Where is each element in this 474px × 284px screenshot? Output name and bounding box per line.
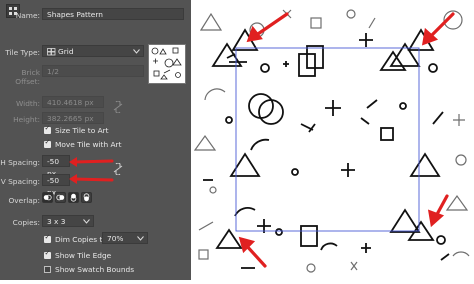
copies-value: 3 x 3 xyxy=(47,217,66,226)
name-field[interactable]: Shapes Pattern xyxy=(42,8,184,20)
overlap-bottom-button[interactable] xyxy=(81,192,92,203)
overlap-icon xyxy=(83,193,90,202)
show-swatch-bounds-label: Show Swatch Bounds xyxy=(55,265,135,274)
width-label: Width: xyxy=(16,99,40,108)
overlap-right-button[interactable] xyxy=(55,192,66,203)
dropdown-chevron-icon xyxy=(133,49,140,54)
overlap-icon xyxy=(56,194,65,201)
show-tile-edge-label: Show Tile Edge xyxy=(55,251,112,260)
width-field: 410.4618 px xyxy=(42,96,104,108)
size-tile-label: Size Tile to Art xyxy=(55,126,109,135)
arrow-annotation-icon xyxy=(69,157,114,184)
tile-type-label: Tile Type: xyxy=(5,48,40,57)
copies-select[interactable]: 3 x 3 xyxy=(42,215,94,227)
h-spacing-label: H Spacing: xyxy=(0,158,40,167)
grid-type-icon xyxy=(47,48,56,56)
overlap-left-button[interactable] xyxy=(42,192,53,203)
link-spacing-icon[interactable] xyxy=(113,163,123,175)
brick-offset-select: 1/2 xyxy=(42,65,144,77)
show-swatch-bounds-checkbox[interactable] xyxy=(44,266,51,273)
dim-copies-value: 70% xyxy=(107,234,124,243)
swatch-preview xyxy=(148,44,186,84)
tile-type-select[interactable]: Grid xyxy=(42,45,144,57)
pattern-canvas[interactable] xyxy=(191,0,474,280)
overlap-top-button[interactable] xyxy=(68,192,79,203)
dropdown-chevron-icon xyxy=(83,219,90,224)
size-tile-checkbox[interactable] xyxy=(44,124,51,134)
pattern-options-panel: Name: Shapes Pattern Tile Type: Grid Bri… xyxy=(0,0,191,280)
overlap-icon xyxy=(43,194,52,201)
dim-copies-checkbox[interactable] xyxy=(44,233,51,243)
dropdown-chevron-icon xyxy=(137,236,144,241)
overlap-icon xyxy=(70,193,77,202)
dim-copies-select[interactable]: 70% xyxy=(102,232,148,244)
copies-label: Copies: xyxy=(12,218,40,227)
pattern-artwork xyxy=(193,9,470,273)
show-tile-edge-checkbox[interactable] xyxy=(44,249,51,259)
height-field: 382.2665 px xyxy=(42,112,104,124)
overlap-label: Overlap: xyxy=(8,196,40,205)
brick-offset-label: Brick Offset: xyxy=(15,68,40,86)
height-label: Height: xyxy=(13,115,40,124)
v-spacing-label: V Spacing: xyxy=(0,177,40,186)
move-tile-checkbox[interactable] xyxy=(44,138,51,148)
name-label: Name: xyxy=(15,11,40,20)
link-icon[interactable] xyxy=(113,101,123,113)
move-tile-label: Move Tile with Art xyxy=(55,140,122,149)
tile-type-value: Grid xyxy=(58,47,74,56)
